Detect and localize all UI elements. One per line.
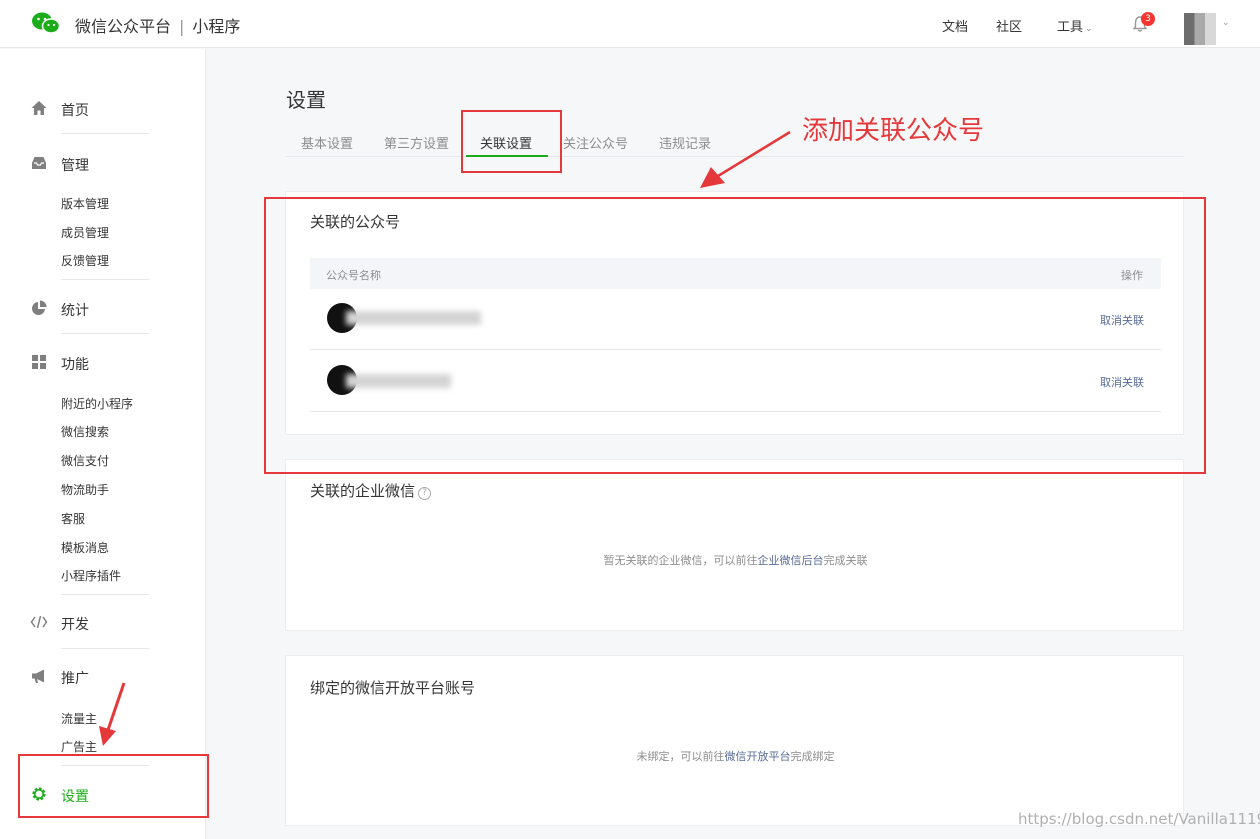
annotation-arrow-head [700,167,725,188]
annotation-arrows [99,130,791,746]
annotation-arrow-head [99,726,116,746]
annotation-arrow-line [717,130,791,178]
watermark: https://blog.csdn.net/Vanilla1119 [1018,810,1260,828]
annotation-arrow-line [106,682,126,731]
